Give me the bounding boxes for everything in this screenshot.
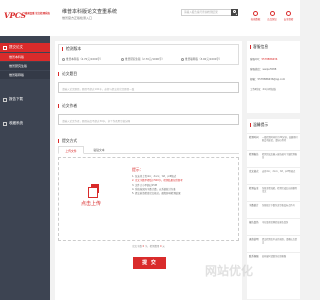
service-email: 邮箱：5578886636@qq.com — [250, 78, 286, 81]
sidebar-item-download[interactable]: 报告下载 — [0, 95, 50, 104]
service-qq: 客服QQ：5578886636 — [250, 58, 278, 61]
word-count: 0 — [142, 245, 145, 248]
sidebar-item-title[interactable]: 维普职称版 — [0, 71, 50, 79]
download-icon — [3, 97, 7, 102]
cost-summary: 论文字数 0 字，检测费用 0 元 — [132, 245, 165, 248]
version-option-graduate[interactable]: 维普研究生版（2.70元/1000字） — [121, 57, 164, 61]
sidebar-item-graduate[interactable]: 维普研究生版 — [0, 62, 50, 70]
tab-upload-file[interactable]: 上传文件 — [58, 146, 84, 154]
document-icon — [3, 45, 7, 50]
submit-method-label: 提交方式 — [58, 139, 77, 143]
watermark: 网站优化 — [205, 264, 254, 278]
version-option-title[interactable]: 维普职称版（3.00元/1000字） — [181, 57, 222, 61]
hint-row: 退款说明 提交检测后不支持退款，请确认后提交 — [247, 235, 300, 252]
author-label: 论文作者 — [58, 104, 77, 108]
upload-icon — [88, 184, 99, 198]
service-hours: 工作时间：24小时在线 — [250, 88, 276, 91]
sidebar: 提交论文 维普本科版 维普研究生版 维普职称版 报告下载 收藏系统 — [0, 36, 50, 300]
upload-label: 点击上传 — [81, 201, 102, 207]
tab-paste-text[interactable]: 粘贴文本 — [86, 146, 112, 154]
search-button[interactable] — [231, 9, 238, 16]
badge-secure: 安全保密 — [281, 11, 296, 21]
star-icon — [3, 121, 7, 126]
trust-badges: 权威数据 正品保证 安全保密 — [248, 11, 296, 21]
search-icon — [232, 10, 236, 14]
logo-subtitle: 维普查重 论文检测系统 — [25, 11, 50, 15]
hint-row: 报告真伪 可在维普官网验证报告真伪 — [247, 218, 300, 235]
system-title: 维普本科版论文查重系统 — [62, 9, 118, 15]
search-input[interactable]: 请输入报告编号查询检测结果 — [181, 9, 231, 16]
hint-row: 检测时间 一般检测时间约为30分钟，高峰期可能会有延迟，请耐心等待 — [247, 133, 300, 150]
hint-row: 字数统计 系统统计字数包含空格及标点符号 — [247, 201, 300, 218]
badge-authority: 权威数据 — [248, 11, 263, 21]
paper-title-input[interactable]: 请输入论文题目，题目不超过100字，必须与提交的论文题目一致 — [58, 82, 239, 93]
hints-panel: 温馨提示 检测时间 一般检测时间约为30分钟，高峰期可能会有延迟，请耐心等待 检测… — [247, 119, 300, 299]
sidebar-item-submit[interactable]: 提交论文 — [0, 43, 50, 52]
sidebar-item-undergrad[interactable]: 维普本科版 — [0, 53, 50, 61]
hint-row: 论文格式 支持doc、docx、txt、pdf等格式 — [247, 167, 300, 184]
section-title: 检测版本 — [62, 47, 81, 51]
radio-icon — [62, 57, 65, 61]
upload-tips: 提示： 1. 仅支持上传doc、docx、txt、pdf格式 2. 论文字数不得… — [132, 167, 183, 196]
upload-area[interactable]: 点击上传 提示： 1. 仅支持上传doc、docx、txt、pdf格式 2. 论… — [58, 157, 239, 241]
submit-method-tabs: 上传文件 粘贴文本 — [58, 145, 239, 154]
logo[interactable]: VPCS — [4, 11, 26, 20]
service-title: 客服信息 — [250, 45, 268, 49]
hint-row: 检测报告 检测完成后输入报告编号下载检测报告 — [247, 150, 300, 167]
paper-author-input[interactable]: 请输入论文作者，题目长度不超过30字，多个作者用空格分隔 — [58, 114, 239, 125]
submit-button[interactable]: 提 交 — [133, 257, 166, 269]
shield-icon — [253, 11, 258, 16]
service-panel: 客服信息 客服QQ：5578886636 客服微信：weipu5588 邮箱：5… — [247, 41, 300, 113]
version-option-undergrad[interactable]: 维普本科版（2.70元/1000字） — [62, 57, 103, 61]
radio-icon — [181, 57, 184, 61]
lock-icon — [286, 11, 291, 16]
version-section: 检测版本 维普本科版（2.70元/1000字） 维普研究生版（2.70元/100… — [58, 44, 239, 65]
radio-icon — [121, 57, 124, 61]
hint-row: 联系客服 如有疑问请联系在线客服 — [247, 252, 300, 269]
title-label: 论文题目 — [58, 72, 77, 76]
sidebar-item-favorite[interactable]: 收藏系统 — [0, 119, 50, 128]
service-wechat: 客服微信：weipu5588 — [250, 68, 277, 71]
hint-row: 检测安全 系统全程加密，检测完成后自动删除论文 — [247, 184, 300, 201]
check-icon — [269, 11, 275, 16]
logo-text: VPCS — [4, 11, 26, 20]
system-subtitle: 维普官方正版检测入口 — [62, 16, 93, 20]
hints-title: 温馨提示 — [250, 123, 268, 127]
badge-genuine: 正品保证 — [265, 11, 280, 21]
